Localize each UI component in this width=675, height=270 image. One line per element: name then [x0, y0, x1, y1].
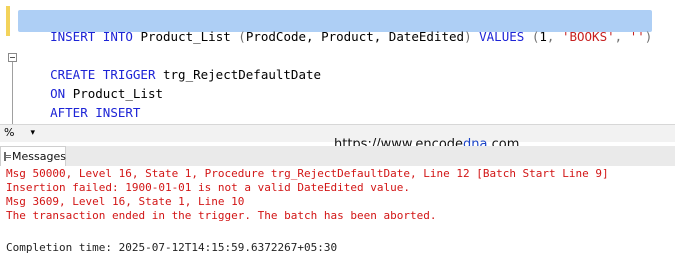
values-paren-close: )	[644, 29, 653, 44]
zoom-dropdown[interactable]: % ▾	[0, 124, 40, 141]
messages-icon	[4, 152, 11, 161]
tab-messages-label: Messages	[12, 150, 66, 163]
change-marker	[6, 6, 10, 36]
paren-close: )	[464, 29, 472, 44]
zoom-label: %	[4, 126, 15, 139]
collapse-icon[interactable]	[8, 53, 17, 62]
error-message-line: Msg 3609, Level 16, State 1, Line 10	[6, 195, 245, 208]
messages-pane[interactable]: Msg 50000, Level 16, State 1, Procedure …	[0, 166, 675, 270]
chevron-down-icon: ▾	[30, 127, 35, 138]
trigger-name: trg_RejectDefaultDate	[163, 67, 322, 82]
fold-rail	[12, 62, 13, 124]
error-message-line: Msg 50000, Level 16, State 1, Procedure …	[6, 167, 609, 180]
comma-1: ,	[546, 29, 555, 44]
error-message-line: Insertion failed: 1900-01-01 is not a va…	[6, 181, 410, 194]
value-2: 'BOOKS'	[561, 29, 615, 44]
tab-messages[interactable]: Messages	[0, 146, 66, 166]
keyword-insert: INSERT INTO	[50, 29, 133, 44]
completion-time: Completion time: 2025-07-12T14:15:59.637…	[6, 241, 338, 254]
comma-2: ,	[614, 29, 623, 44]
paren-open: (	[238, 29, 246, 44]
table-name: Product_List	[140, 29, 231, 44]
value-1: 1	[539, 29, 547, 44]
error-message-line: The transaction ended in the trigger. Th…	[6, 209, 437, 222]
results-tab-strip	[0, 146, 675, 167]
value-3: ''	[629, 29, 645, 44]
keyword-values: VALUES	[479, 29, 525, 44]
sql-editor[interactable]: INSERT INTO Product_List (ProdCode, Prod…	[0, 0, 675, 138]
column-list: ProdCode, Product, DateEdited	[245, 29, 465, 44]
